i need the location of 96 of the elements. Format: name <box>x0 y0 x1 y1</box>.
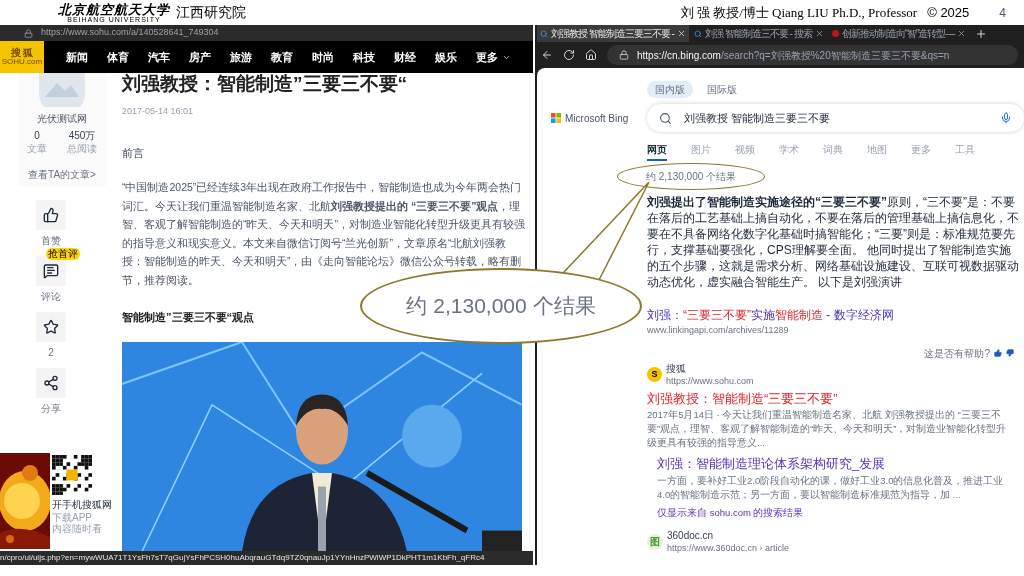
app-promo-text: 下载APP <box>52 512 93 523</box>
result-link[interactable]: 刘强：“三要三不要”实施智能制造 - 数字经济网 <box>647 306 1024 324</box>
back-icon[interactable] <box>541 49 553 61</box>
url-text: https://cn.bing.com/search?q=刘强教授%20智能制造三要三不要&qs=n <box>637 48 950 63</box>
site-favicon <box>831 30 839 37</box>
region-toggle[interactable]: 国际版 <box>699 81 745 98</box>
search-query: 刘强教授 智能制造三要三不要 <box>684 110 832 126</box>
share-button[interactable] <box>36 368 66 398</box>
page-number: 4 <box>999 4 1006 22</box>
answer-snippet: 刘强提出了智能制造实施途径的“三要三不要”原则，“三不要”是：不要在落后的工艺基础上搞自动化，不要在落后的管理基础上搞信息化，不要在不具备网络化数字化基础时搞智能化；“三要”则是：标准规范要先行，支撑基础要强化，CPS理解要全面。 他同时提出了智能制造实施的五个步骤，这就是需求分析、网络基础设施建设、互联可视数据驱动动态优化，虚实融合智能生产。 以下是刘强演讲 <box>647 194 1020 290</box>
url-text[interactable]: https://www.sohu.com/a/140528641_749304 <box>41 26 219 40</box>
nav-link[interactable]: 汽车 <box>148 48 170 66</box>
browser-tab[interactable]: 刘强教授 智能制造三要三不要 - <box>537 25 689 42</box>
home-icon[interactable] <box>585 49 597 61</box>
article-paragraph: “中国制造2025”已经连续3年出现在政府工作报告中，智能制造也成为今年两会热门词汇。今天让我们重温智能制造名家、北航刘强教授提出的 “三要三不要”观点，理智、客观了解智能制造的“昨天、今天和明天”，对制造业智能化转型升级更具有较强的指导意义和现实意义。本文来自微信订阅号“兰光创新”，文章原名“北航刘强教授：智能制造的昨天、今天和明天”，由《走向智能论坛》微信公众号转载，略有删节，推荐阅读。 <box>122 180 525 288</box>
stat-value: 0 <box>34 130 40 143</box>
search-icon <box>693 29 702 38</box>
tab-title: 刘强教授 智能制造三要三不要 - <box>551 27 674 41</box>
bing-logo-icon <box>551 113 561 123</box>
search-tab[interactable]: 网页 <box>647 142 667 161</box>
action-label: 分享 <box>41 402 61 416</box>
nav-link[interactable]: 旅游 <box>230 48 252 66</box>
nav-link[interactable]: 科技 <box>353 48 375 66</box>
nav-link[interactable]: 时尚 <box>312 48 334 66</box>
nav-link[interactable]: 教育 <box>271 48 293 66</box>
action-label: 评论 <box>41 290 61 304</box>
site-name: 360doc.cn <box>667 529 715 542</box>
stat-label: 总阅读 <box>67 142 97 155</box>
site-logo[interactable]: 搜 狐 SOHU.com <box>0 41 44 73</box>
institute-name: 江西研究院 <box>176 3 246 22</box>
brand-name: Microsoft Bing <box>565 111 629 126</box>
status-url: n/cpro/ui/uijs.php?en=mywWUA71T1YsFh7sT7qGujYsFhPCSH0huAbqrauGTdq9TZ0qnauJp1YYnHnzPWlWP1DkPHT1m1KbFh_qFRc4 <box>0 552 485 564</box>
action-label: 2 <box>48 346 54 360</box>
feedback-prompt: 这是否有帮助? <box>924 346 990 361</box>
result-url: www.linkingapi.com/archives/11289 <box>647 324 790 337</box>
close-icon[interactable] <box>814 29 824 38</box>
result-url: https://www.sohu.com <box>666 374 754 387</box>
refresh-icon[interactable] <box>563 49 575 61</box>
search-icon <box>540 29 548 38</box>
author-name[interactable]: 光伏测试网 <box>37 111 87 126</box>
address-bar[interactable]: https://cn.bing.com/search?q=刘强教授%20智能制造三要三不要&qs=n <box>607 45 1018 65</box>
star-button[interactable] <box>36 312 66 342</box>
share-icon <box>43 375 59 391</box>
callout-text: 约 2,130,000 个结果 <box>406 293 596 320</box>
lock-icon <box>24 28 33 38</box>
site-logo: S <box>647 367 662 382</box>
lock-icon <box>619 50 629 60</box>
university-logo-text: 北京航空航天大学 <box>58 2 170 16</box>
browser-tab[interactable]: 创新推动制造向“智”造转型— <box>828 25 970 42</box>
search-icon <box>659 111 672 125</box>
close-icon[interactable] <box>957 29 967 38</box>
nav-link[interactable]: 财经 <box>394 48 416 66</box>
qr-code <box>52 453 92 497</box>
section-heading: 前言 <box>122 145 145 161</box>
new-tab-icon[interactable] <box>975 27 988 40</box>
close-icon[interactable] <box>676 29 686 38</box>
tab-title: 创新推动制造向“智”造转型— <box>841 27 955 41</box>
comment-icon <box>43 263 59 279</box>
logo-subtext: SOHU.com <box>1 58 43 66</box>
result-title[interactable]: 刘强：智能制造理论体系架构研究_发展 <box>657 454 1024 474</box>
browser-tab[interactable]: 刘强 智能制造三不要 - 搜索 <box>690 25 827 42</box>
nav-link[interactable]: 娱乐 <box>435 48 457 66</box>
stat-value: 450万 <box>68 130 96 143</box>
article-subheading: 智能制造”三要三不要“观点 <box>122 310 255 325</box>
result-title[interactable]: 刘强教授：智能制造“三要三不要” <box>647 388 1024 408</box>
result-snippet: 一方面，要补好工业2.0阶段自动化的课，做好工业3.0的信息化普及，推进工业4.0的智能制造示范；另一方面，要以智能制造标准规范为指导，加 ... <box>657 473 1005 502</box>
author-credit: 刘 强 教授/博士 Qiang LIU Ph.D., Professor <box>680 3 918 22</box>
site-name: 搜狐 <box>666 362 687 375</box>
microphone-icon[interactable] <box>1000 112 1012 124</box>
thumbs-up-icon[interactable] <box>994 349 1002 357</box>
thumbs-down-icon[interactable] <box>1006 349 1014 357</box>
nav-link[interactable]: 房产 <box>189 48 211 66</box>
star-icon <box>43 319 59 335</box>
comment-badge: 抢首评 <box>46 248 80 260</box>
nav-link[interactable]: 新闻 <box>66 48 88 66</box>
action-label: 首赞 <box>41 234 61 248</box>
site-logo: 图 <box>647 533 663 550</box>
site-filter-link[interactable]: 仅显示来自 sohu.com 的搜索结果 <box>657 505 1024 520</box>
logo-text: 搜 狐 <box>10 48 34 58</box>
author-articles-link[interactable]: 查看TA的文章> <box>28 167 96 182</box>
app-promo-text: 内容随时看 <box>52 523 103 534</box>
tab-title: 刘强 智能制造三不要 - 搜索 <box>704 27 812 41</box>
region-toggle[interactable]: 国内版 <box>647 81 693 98</box>
copyright: © 2025 <box>927 3 970 22</box>
like-button[interactable] <box>36 200 66 230</box>
result-snippet: 2017年5月14日 · 今天让我们重温智能制造名家、北航 刘强教授提出的 “三要三不要”观点，理智、客观了解智能制造的“昨天、今天和明天”，对制造业智能化转型升级更具有较强的指导意义... <box>647 408 1008 450</box>
avatar-icon <box>39 73 85 107</box>
article-title: 刘强教授：智能制造”三要三不要“ <box>122 72 408 96</box>
stat-label: 文章 <box>27 142 47 155</box>
nav-link[interactable]: 体育 <box>107 48 129 66</box>
result-url: https://www.360doc.cn › article <box>667 541 790 554</box>
more-menu[interactable]: 更多 <box>476 48 511 66</box>
thumbs-up-icon <box>43 207 59 223</box>
app-promo-text: 开手机搜狐网 <box>52 498 112 512</box>
search-field[interactable]: 刘强教授 智能制造三要三不要 <box>647 104 1024 132</box>
article-date: 2017-05-14 16:01 <box>122 105 195 118</box>
